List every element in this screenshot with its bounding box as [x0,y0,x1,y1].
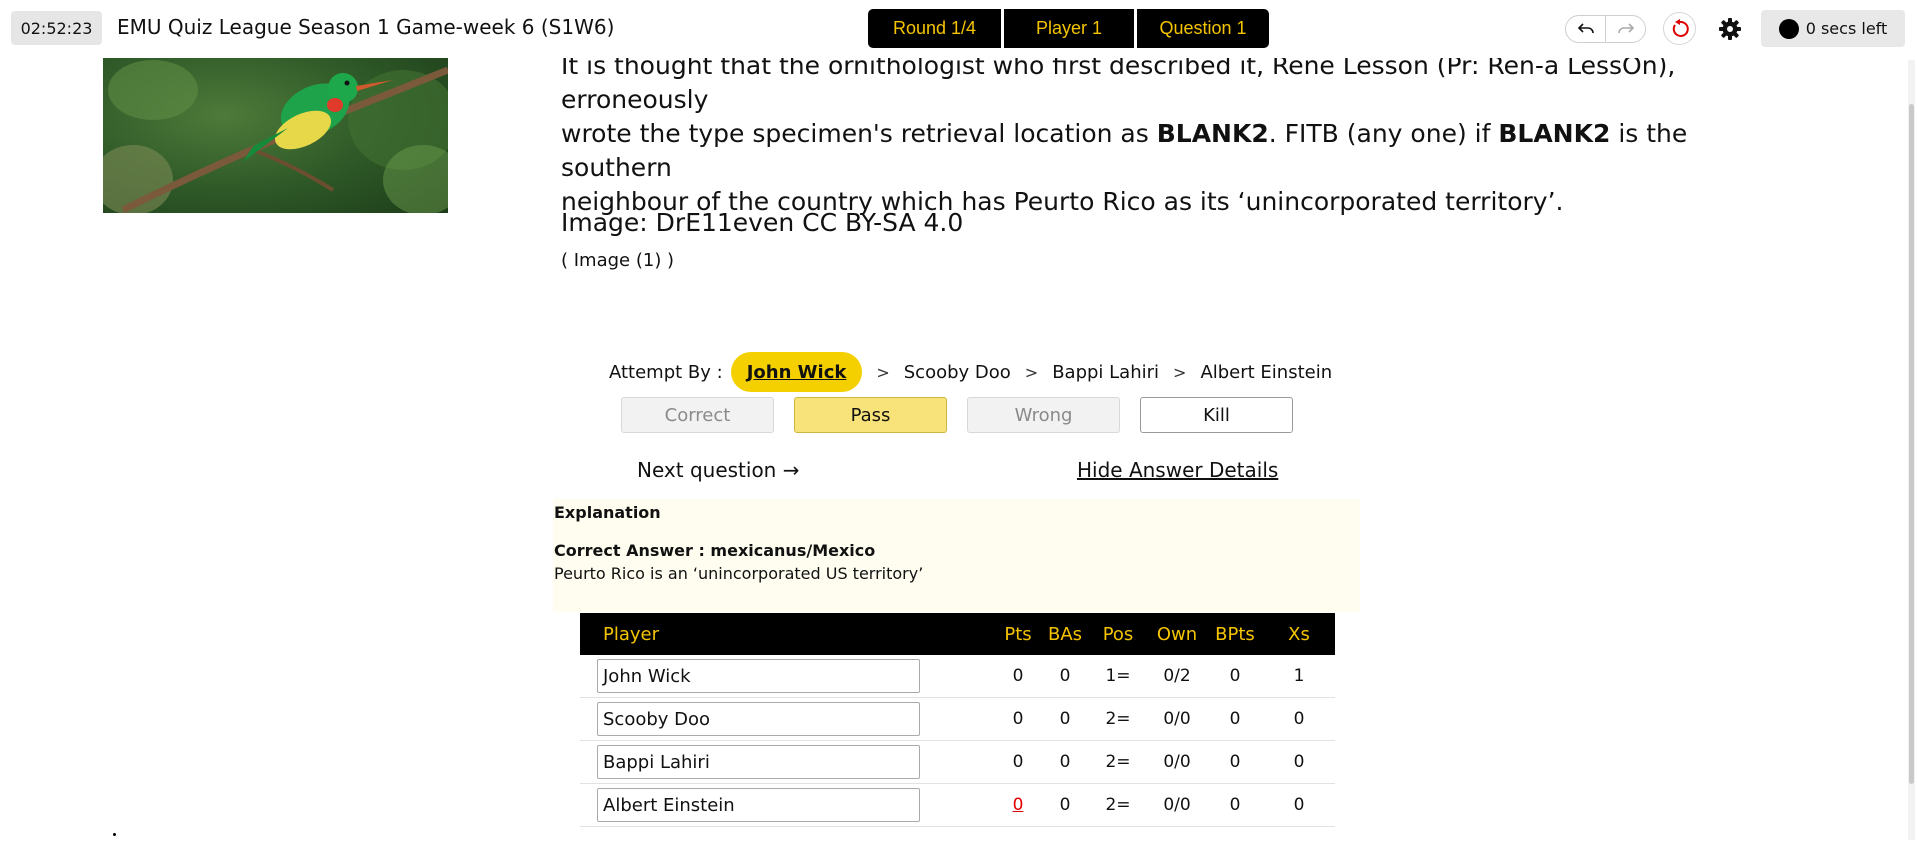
pass-button[interactable]: Pass [794,397,947,433]
queued-player[interactable]: Albert Einstein [1200,362,1332,383]
xs-cell: 0 [1293,709,1305,729]
pos-cell: 1= [1105,666,1131,686]
table-row: Scooby Doo 0 0 2= 0/0 0 0 [580,698,1335,741]
correct-button[interactable]: Correct [621,397,774,433]
chevron-right-icon: > [1173,362,1187,382]
col-pos: Pos [1102,623,1134,645]
queued-player[interactable]: Bappi Lahiri [1052,362,1159,383]
undo-redo-group [1565,15,1646,43]
table-row: Albert Einstein 0 0 2= 0/0 0 0 [580,784,1335,827]
col-bas: BAs [1047,623,1083,645]
bas-cell: 0 [1059,666,1071,686]
chevron-right-icon: > [876,362,890,382]
pos-cell: 2= [1105,795,1131,815]
col-bpts: BPts [1215,623,1255,645]
pos-cell: 2= [1105,709,1131,729]
explanation-panel: Explanation Correct Answer : mexicanus/M… [553,499,1360,612]
own-cell: 0/0 [1163,752,1191,772]
redo-button[interactable] [1605,16,1645,42]
table-row: Bappi Lahiri 0 0 2= 0/0 0 0 [580,741,1335,784]
reset-button[interactable] [1663,12,1696,45]
settings-button[interactable] [1713,12,1747,46]
kill-button[interactable]: Kill [1140,397,1293,433]
table-row: John Wick 0 0 1= 0/2 0 1 [580,655,1335,698]
question-line-2: wrote the type specimen's retrieval loca… [561,117,1801,185]
attempt-label: Attempt By : [609,361,723,383]
pts-cell: 0 [1012,752,1024,772]
player-name-input[interactable]: Scooby Doo [597,702,920,736]
question-text-part: wrote the type specimen's retrieval loca… [561,119,1157,148]
bpts-cell: 0 [1229,666,1241,686]
question-text: It is thought that the ornithologist who… [561,49,1801,219]
bas-cell: 0 [1059,795,1071,815]
stray-dot [113,833,116,836]
page-scrollbar[interactable] [1908,60,1915,840]
pos-cell: 2= [1105,752,1131,772]
question-line-1: It is thought that the ornithologist who… [561,51,1676,114]
queued-player[interactable]: Scooby Doo [904,362,1011,383]
xs-cell: 0 [1293,752,1305,772]
player-name-input[interactable]: Albert Einstein [597,788,920,822]
own-cell: 0/0 [1163,795,1191,815]
current-attempter[interactable]: John Wick [730,352,863,392]
game-title: EMU Quiz League Season 1 Game-week 6 (S1… [117,15,615,39]
bas-cell: 0 [1059,709,1071,729]
player-indicator[interactable]: Player 1 [1004,9,1134,48]
explanation-note: Peurto Rico is an ‘unincorporated US ter… [554,564,924,583]
bird-photo [103,50,448,213]
bpts-cell: 0 [1229,752,1241,772]
undo-icon [1577,23,1594,34]
scoreboard-table: Player Pts BAs Pos Own BPts Xs John Wick… [580,613,1335,827]
hide-answer-link[interactable]: Hide Answer Details [1077,458,1278,482]
progress-pills: Round 1/4 Player 1 Question 1 [868,9,1269,48]
question-indicator[interactable]: Question 1 [1137,9,1269,48]
scrollbar-thumb[interactable] [1909,104,1914,784]
col-own: Own [1156,623,1198,645]
timer-dot-icon [1778,18,1799,39]
player-name-input[interactable]: John Wick [597,659,920,693]
undo-button[interactable] [1566,16,1605,42]
blank-keyword: BLANK2 [1156,119,1269,148]
col-xs: Xs [1288,623,1310,645]
col-pts: Pts [1004,623,1032,645]
question-text-part: . FITB (any one) if [1268,119,1499,148]
scoreboard-header: Player Pts BAs Pos Own BPts Xs [580,613,1335,655]
gear-icon [1719,18,1741,40]
explanation-heading: Explanation [554,503,661,522]
image-link[interactable]: ( Image (1) ) [561,250,674,271]
verdict-buttons: Correct Pass Wrong Kill [621,397,1293,433]
top-bar: 02:52:23 EMU Quiz League Season 1 Game-w… [0,0,1917,58]
image-credit: Image: DrE11even CC BY-SA 4.0 [561,208,964,237]
reset-icon [1672,18,1689,37]
bpts-cell: 0 [1229,795,1241,815]
chevron-right-icon: > [1024,362,1039,382]
player-name-input[interactable]: Bappi Lahiri [597,745,920,779]
countdown-timer: 0 secs left [1761,10,1905,47]
pts-cell: 0 [1012,709,1024,729]
bas-cell: 0 [1059,752,1071,772]
own-cell: 0/0 [1163,709,1191,729]
timer-text: 0 secs left [1805,19,1888,38]
attempt-queue: Attempt By : John Wick > Scooby Doo > Ba… [609,352,1332,392]
correct-answer: Correct Answer : mexicanus/Mexico [554,541,876,560]
pts-cell: 0 [1012,666,1024,686]
pts-cell-alert[interactable]: 0 [995,795,1041,815]
xs-cell: 0 [1293,795,1305,815]
xs-cell: 1 [1293,666,1305,686]
round-indicator[interactable]: Round 1/4 [868,9,1001,48]
col-player: Player [603,623,660,645]
next-question-link[interactable]: Next question → [637,458,799,482]
redo-icon [1617,23,1634,34]
bpts-cell: 0 [1229,709,1241,729]
clock: 02:52:23 [11,11,102,45]
own-cell: 0/2 [1163,666,1191,686]
blank-keyword: BLANK2 [1498,119,1611,148]
question-image [103,50,448,213]
wrong-button[interactable]: Wrong [967,397,1120,433]
